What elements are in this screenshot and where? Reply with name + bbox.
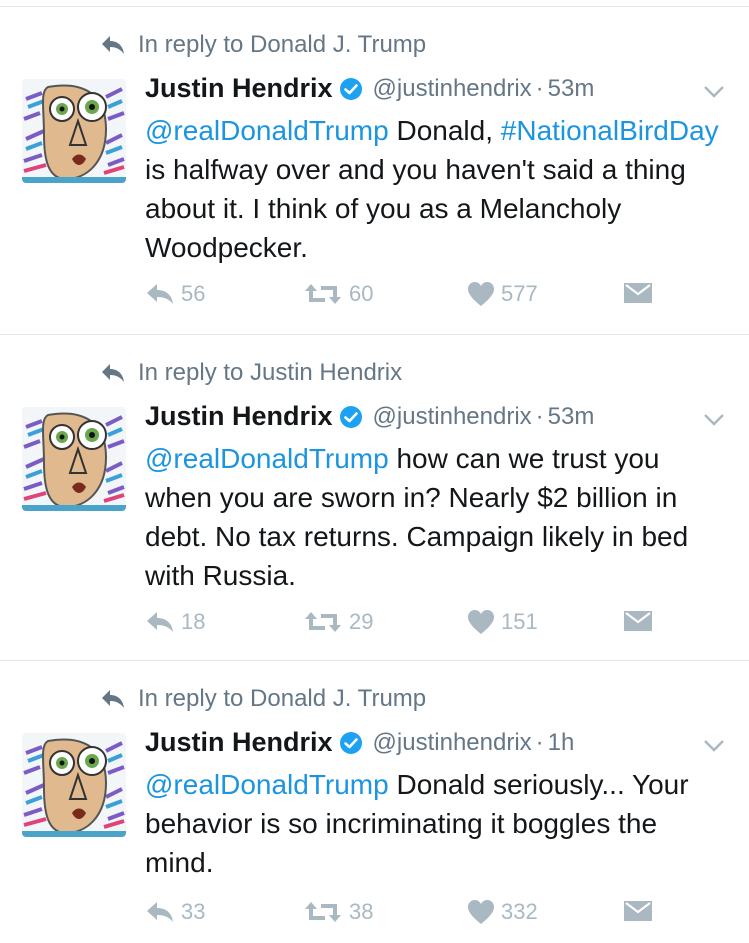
display-name[interactable]: Justin Hendrix <box>145 73 333 104</box>
timestamp[interactable]: 53m <box>548 75 595 103</box>
reply-count: 56 <box>181 281 206 306</box>
like-button[interactable]: 151 <box>467 609 538 635</box>
tweet-actions: 33 38 332 <box>145 899 665 931</box>
direct-message-button[interactable] <box>623 281 653 305</box>
avatar-drawing <box>22 407 126 511</box>
separator-dot: · <box>535 74 544 102</box>
display-name[interactable]: Justin Hendrix <box>145 727 333 758</box>
reply-context[interactable]: In reply to Donald J. Trump <box>100 31 426 59</box>
separator-dot: · <box>535 728 544 756</box>
mention-link[interactable]: @realDonaldTrump <box>145 443 389 474</box>
tweet-header: Justin Hendrix @justinhendrix · 53m <box>145 401 594 432</box>
reply-count: 33 <box>181 899 206 924</box>
reply-context-text: In reply to Justin Hendrix <box>138 359 403 386</box>
reply-context-text: In reply to Donald J. Trump <box>138 31 427 58</box>
reply-icon <box>147 612 173 632</box>
retweet-button[interactable]: 60 <box>303 281 373 307</box>
like-count: 332 <box>501 899 538 924</box>
display-name[interactable]: Justin Hendrix <box>145 401 333 432</box>
avatar-drawing <box>22 79 126 183</box>
reply-context[interactable]: In reply to Justin Hendrix <box>100 359 402 387</box>
like-count: 577 <box>501 281 538 306</box>
retweet-button[interactable]: 29 <box>303 609 373 635</box>
reply-icon <box>147 284 173 304</box>
reply-context-text: In reply to Donald J. Trump <box>138 685 427 712</box>
tweet-actions: 18 29 151 <box>145 609 665 641</box>
mention-link[interactable]: @realDonaldTrump <box>145 769 389 800</box>
avatar-drawing <box>22 733 126 837</box>
reply-arrow-icon <box>102 364 124 382</box>
top-divider <box>0 0 749 7</box>
timestamp[interactable]: 53m <box>548 403 595 431</box>
tweet: In reply to Justin Hendrix Justin Hendri… <box>0 335 749 661</box>
verified-badge-icon <box>339 405 362 428</box>
heart-icon <box>468 610 494 634</box>
reply-button[interactable]: 56 <box>145 281 205 307</box>
reply-button[interactable]: 33 <box>145 899 205 925</box>
heart-icon <box>468 900 494 924</box>
tweet-text-part: is halfway over and you haven't said a t… <box>145 154 686 263</box>
direct-message-button[interactable] <box>623 899 653 923</box>
direct-message-button[interactable] <box>623 609 653 633</box>
tweet-text: @realDonaldTrump Donald seriously... You… <box>145 765 725 882</box>
retweet-button[interactable]: 38 <box>303 899 373 925</box>
direct-message-icon <box>624 611 652 631</box>
retweet-count: 60 <box>349 281 374 306</box>
avatar[interactable] <box>22 79 126 183</box>
mention-link[interactable]: @realDonaldTrump <box>145 115 389 146</box>
separator-dot: · <box>535 402 544 430</box>
handle[interactable]: @justinhendrix <box>373 403 532 431</box>
tweet-timeline: In reply to Donald J. Trump Justin Hendr… <box>0 7 749 943</box>
retweet-count: 38 <box>349 899 374 924</box>
timestamp[interactable]: 1h <box>548 729 575 757</box>
reply-button[interactable]: 18 <box>145 609 205 635</box>
avatar[interactable] <box>22 407 126 511</box>
reply-arrow-icon <box>102 36 124 54</box>
tweet-text: @realDonaldTrump how can we trust you wh… <box>145 439 725 595</box>
tweet-header: Justin Hendrix @justinhendrix · 1h <box>145 727 574 758</box>
reply-count: 18 <box>181 609 206 634</box>
retweet-icon <box>305 284 341 304</box>
tweet: In reply to Donald J. Trump Justin Hendr… <box>0 7 749 335</box>
chevron-down-icon[interactable] <box>703 85 725 99</box>
reply-arrow-icon <box>102 690 124 708</box>
retweet-icon <box>305 902 341 922</box>
reply-context[interactable]: In reply to Donald J. Trump <box>100 685 426 713</box>
like-button[interactable]: 332 <box>467 899 538 925</box>
retweet-count: 29 <box>349 609 374 634</box>
like-count: 151 <box>501 609 538 634</box>
like-button[interactable]: 577 <box>467 281 538 307</box>
verified-badge-icon <box>339 77 362 100</box>
handle[interactable]: @justinhendrix <box>373 75 532 103</box>
hashtag-link[interactable]: #NationalBirdDay <box>501 115 719 146</box>
chevron-down-icon[interactable] <box>703 413 725 427</box>
heart-icon <box>468 282 494 306</box>
direct-message-icon <box>624 901 652 921</box>
tweet-header: Justin Hendrix @justinhendrix · 53m <box>145 73 594 104</box>
avatar[interactable] <box>22 733 126 837</box>
verified-badge-icon <box>339 731 362 754</box>
chevron-down-icon[interactable] <box>703 739 725 753</box>
tweet-text-part: Donald, <box>388 115 501 146</box>
direct-message-icon <box>624 283 652 303</box>
tweet-text: @realDonaldTrump Donald, #NationalBirdDa… <box>145 111 725 267</box>
retweet-icon <box>305 612 341 632</box>
tweet-actions: 56 60 577 <box>145 281 665 313</box>
handle[interactable]: @justinhendrix <box>373 729 532 757</box>
tweet: In reply to Donald J. Trump Justin Hendr… <box>0 661 749 943</box>
reply-icon <box>147 902 173 922</box>
